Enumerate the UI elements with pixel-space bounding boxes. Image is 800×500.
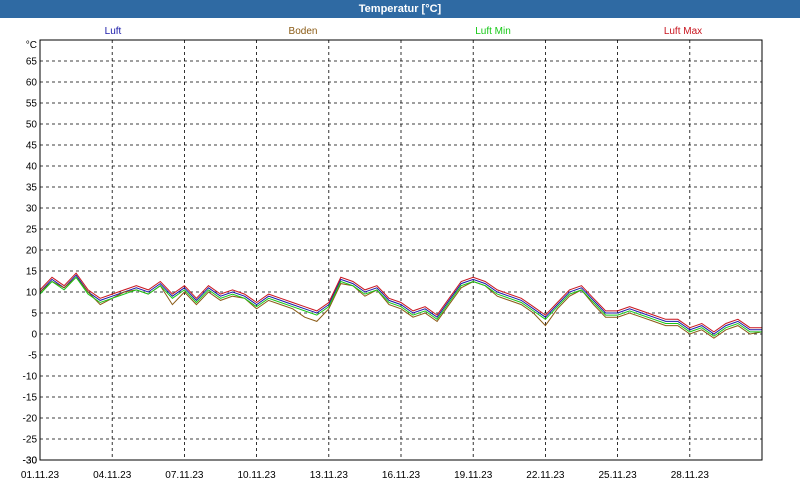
y-tick-label: 45 [26, 141, 38, 152]
y-tick-label: 10 [26, 288, 38, 299]
series-line-luft [39, 274, 762, 335]
y-tick-label: -30 [23, 456, 38, 467]
legend: Luft Boden Luft Min Luft Max [105, 26, 703, 37]
grid [40, 40, 762, 461]
x-tick-label: 19.11.23 [454, 470, 493, 481]
x-tick-label: 10.11.23 [238, 470, 277, 481]
y-tick-label: 35 [26, 183, 38, 194]
y-tick-label: 15 [26, 267, 38, 278]
legend-item: Boden [289, 26, 318, 37]
y-tick-label: 40 [26, 162, 38, 173]
y-tick-label: 25 [26, 225, 38, 236]
x-tick-label: 25.11.23 [599, 470, 638, 481]
y-tick-label: -10 [23, 372, 38, 383]
y-tick-label: -20 [23, 414, 38, 425]
x-tick-label: 16.11.23 [382, 470, 421, 481]
legend-item: Luft Max [664, 26, 702, 37]
y-axis-unit: °C [26, 40, 37, 51]
x-tick-label: 22.11.23 [526, 470, 565, 481]
y-tick-label: 30 [26, 204, 38, 215]
y-tick-label: 60 [26, 78, 38, 89]
x-tick-label: 01.11.23 [21, 470, 60, 481]
x-tick-labels: 01.11.23 04.11.23 07.11.23 10.11.23 13.11.23… [21, 470, 709, 481]
y-tick-label: 20 [26, 246, 38, 257]
y-tick-label: -5 [28, 351, 37, 362]
y-tick-label: -25 [23, 435, 38, 446]
y-tick-label: -15 [23, 393, 38, 404]
y-tick-labels: -30 -25 -20 -15 -10 -5 0 5 10 15 20 25 30 35 40 45 50 55 6… [23, 57, 38, 467]
x-tick-label: 28.11.23 [671, 470, 710, 481]
legend-item: Luft [105, 26, 122, 37]
y-tick-label: 65 [26, 57, 38, 68]
x-tick-label: 04.11.23 [93, 470, 132, 481]
temperature-chart: -30 -25 -20 -15 -10 -5 0 5 10 15 20 25 30 35 40 45 50 55 6… [21, 26, 763, 481]
y-tick-label: 0 [31, 330, 37, 341]
x-tick-label: 13.11.23 [310, 470, 349, 481]
x-tick-label: 07.11.23 [165, 470, 204, 481]
legend-item: Luft Min [475, 26, 511, 37]
y-tick-label: 55 [26, 99, 38, 110]
y-tick-label: 50 [26, 120, 38, 131]
y-tick-label: 5 [31, 309, 37, 320]
